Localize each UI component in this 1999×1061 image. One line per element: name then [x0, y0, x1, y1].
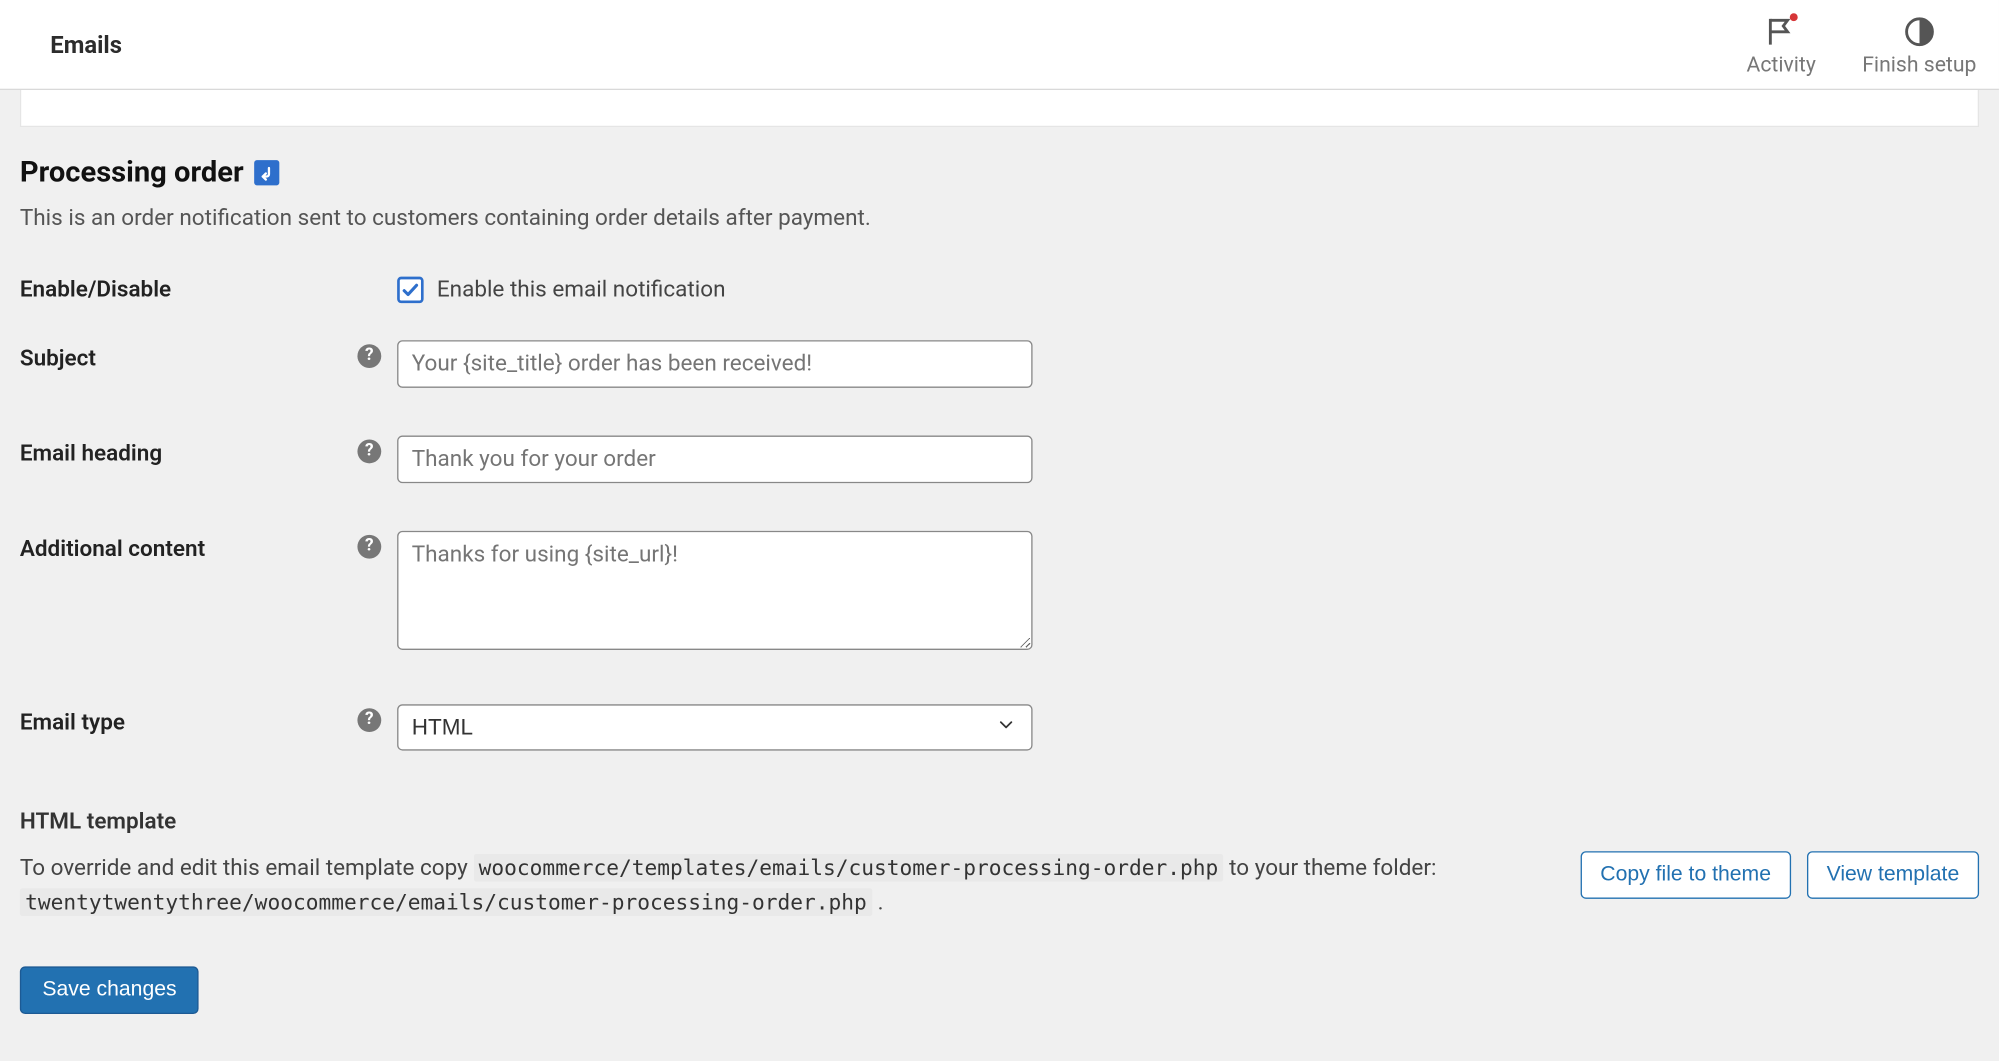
return-icon[interactable] [254, 160, 279, 185]
flag-icon [1764, 15, 1798, 49]
page-title: Emails [50, 32, 122, 60]
template-dest-path: twentytwentythree/woocommerce/emails/cus… [20, 889, 872, 917]
template-text-suffix: . [878, 890, 884, 916]
template-text-prefix: To override and edit this email template… [20, 855, 468, 881]
enable-checkbox-label: Enable this email notification [437, 277, 726, 303]
activity-button[interactable]: Activity [1747, 15, 1816, 77]
copy-file-button[interactable]: Copy file to theme [1580, 851, 1790, 899]
heading-text: Processing order [20, 156, 244, 189]
subject-label: Subject [20, 316, 358, 411]
help-icon[interactable]: ? [357, 344, 381, 368]
email-type-select[interactable]: HTML [397, 704, 1032, 750]
view-template-button[interactable]: View template [1807, 851, 1979, 899]
page: Processing order This is an order notifi… [0, 90, 1999, 1053]
save-button[interactable]: Save changes [20, 966, 199, 1014]
subject-input[interactable] [397, 340, 1032, 388]
email-type-label: Email type [20, 680, 358, 774]
activity-label: Activity [1747, 52, 1816, 77]
email-heading-label: Email heading [20, 412, 358, 507]
finish-setup-label: Finish setup [1862, 52, 1976, 77]
form-table: Enable/Disable Enable this email notific… [20, 263, 1979, 774]
template-actions: Copy file to theme View template [1580, 851, 1979, 899]
enable-checkbox[interactable]: Enable this email notification [397, 277, 1966, 303]
help-icon[interactable]: ? [357, 534, 381, 558]
email-heading-input[interactable] [397, 436, 1032, 484]
section-heading: Processing order [20, 156, 1979, 189]
template-row: To override and edit this email template… [20, 851, 1979, 921]
additional-content-label: Additional content [20, 507, 358, 680]
help-icon[interactable]: ? [357, 708, 381, 732]
half-circle-icon [1902, 15, 1936, 49]
enable-label: Enable/Disable [20, 263, 358, 316]
additional-content-input[interactable] [397, 531, 1032, 650]
finish-setup-button[interactable]: Finish setup [1862, 15, 1976, 77]
template-heading: HTML template [20, 809, 1979, 835]
topbar-right: Activity Finish setup [1747, 15, 1977, 77]
template-text-mid: to your theme folder: [1229, 855, 1436, 881]
help-icon[interactable]: ? [357, 439, 381, 463]
template-text: To override and edit this email template… [20, 851, 1554, 921]
section-description: This is an order notification sent to cu… [20, 205, 1979, 231]
checkbox-icon [397, 277, 423, 303]
topbar: Emails Activity [0, 0, 1999, 90]
notification-dot-icon [1789, 13, 1797, 21]
template-src-path: woocommerce/templates/emails/customer-pr… [473, 854, 1223, 882]
card-spacer [20, 90, 1979, 127]
